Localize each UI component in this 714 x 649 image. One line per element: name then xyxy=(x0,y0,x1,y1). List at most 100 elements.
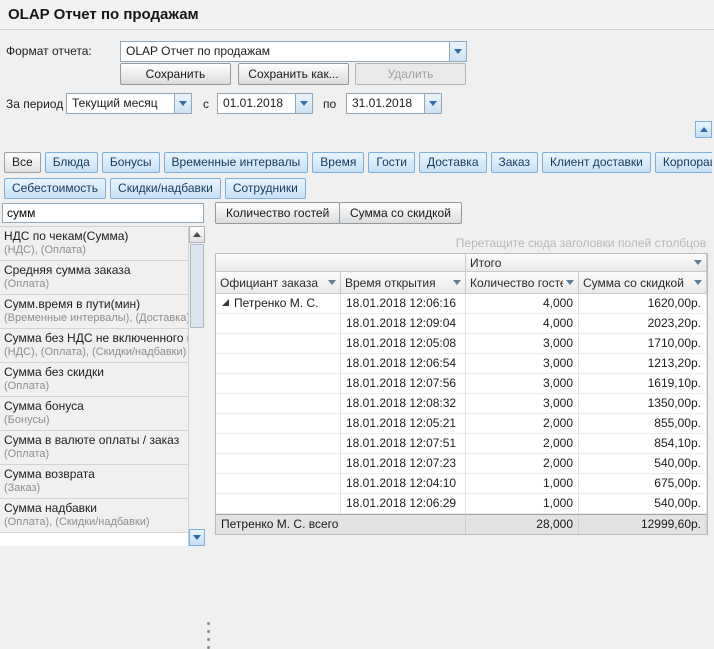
list-item[interactable]: Сумма надбавки (Оплата), (Скидки/надбавк… xyxy=(0,499,188,533)
category-employees[interactable]: Сотрудники xyxy=(225,178,306,199)
list-item[interactable]: Сумма без скидки (Оплата) xyxy=(0,363,188,397)
column-header-open-time[interactable]: Время открытия xyxy=(341,272,466,294)
table-row[interactable]: 18.01.2018 12:06:54 3,000 1213,20р. xyxy=(216,354,707,374)
field-name: Сумма бонуса xyxy=(0,397,188,413)
category-delivery[interactable]: Доставка xyxy=(419,152,487,173)
list-item[interactable]: Сумма в валюте оплаты / заказ (Оплата) xyxy=(0,431,188,465)
sum-cell: 1213,20р. xyxy=(579,354,707,374)
chevron-down-icon[interactable] xyxy=(424,94,441,113)
open-time-cell: 18.01.2018 12:05:08 xyxy=(341,334,466,354)
measure-discounted-sum[interactable]: Сумма со скидкой xyxy=(339,202,462,224)
category-corporation[interactable]: Корпорация xyxy=(655,152,712,173)
field-name: Сумм.время в пути(мин) xyxy=(0,295,188,311)
sum-cell: 1350,00р. xyxy=(579,394,707,414)
column-dropdown-icon[interactable] xyxy=(328,280,336,285)
group-expanded-icon[interactable] xyxy=(222,299,229,306)
table-row[interactable]: 18.01.2018 12:07:56 3,000 1619,10р. xyxy=(216,374,707,394)
totals-cell[interactable]: Итого xyxy=(466,254,707,272)
sum-cell: 675,00р. xyxy=(579,474,707,494)
table-row[interactable]: Петренко М. С. 18.01.2018 12:06:16 4,000… xyxy=(216,294,707,314)
splitter-grip-icon xyxy=(207,630,210,633)
sum-cell: 540,00р. xyxy=(579,454,707,474)
field-group: (Временные интервалы), (Доставка) xyxy=(0,311,188,324)
column-dropdown-icon[interactable] xyxy=(453,280,461,285)
table-row[interactable]: 18.01.2018 12:08:32 3,000 1350,00р. xyxy=(216,394,707,414)
scrollbar-thumb[interactable] xyxy=(190,244,204,328)
list-item[interactable]: НДС по чекам(Сумма) (НДС), (Оплата) xyxy=(0,227,188,261)
field-group: (Оплата) xyxy=(0,447,188,460)
category-dishes[interactable]: Блюда xyxy=(45,152,98,173)
group-cell xyxy=(216,494,341,514)
period-preset-select[interactable]: Текущий месяц xyxy=(66,93,192,114)
scroll-up-button[interactable] xyxy=(695,121,712,138)
field-name: Сумма без НДС не включенного в стоимость xyxy=(0,329,188,345)
field-name: Сумма возврата xyxy=(0,465,188,481)
field-group: (НДС), (Оплата) xyxy=(0,243,188,256)
measure-guest-count[interactable]: Количество гостей xyxy=(215,202,340,224)
field-group: (Бонусы) xyxy=(0,413,188,426)
date-to-picker[interactable]: 31.01.2018 xyxy=(346,93,442,114)
page-title: OLAP Отчет по продажам xyxy=(8,6,199,23)
list-item[interactable]: Средняя сумма заказа (Оплата) xyxy=(0,261,188,295)
field-group: (Оплата) xyxy=(0,277,188,290)
column-dropdown-icon[interactable] xyxy=(566,280,574,285)
category-all[interactable]: Все xyxy=(4,152,41,173)
category-row-1: Все Блюда Бонусы Временные интервалы Вре… xyxy=(4,152,712,174)
category-time-intervals[interactable]: Временные интервалы xyxy=(164,152,309,173)
guest-count-cell: 2,000 xyxy=(466,434,579,454)
table-row[interactable]: 18.01.2018 12:05:08 3,000 1710,00р. xyxy=(216,334,707,354)
category-row-2: Себестоимость Скидки/надбавки Сотрудники xyxy=(4,178,712,200)
list-item[interactable]: Сумма бонуса (Бонусы) xyxy=(0,397,188,431)
open-time-cell: 18.01.2018 12:06:16 xyxy=(341,294,466,314)
list-item[interactable]: Сумма возврата (Заказ) xyxy=(0,465,188,499)
sum-cell: 1619,10р. xyxy=(579,374,707,394)
date-to-value: 31.01.2018 xyxy=(347,94,424,113)
totals-dropdown-icon[interactable] xyxy=(694,260,702,265)
save-as-button[interactable]: Сохранить как... xyxy=(238,63,349,85)
guest-count-cell: 3,000 xyxy=(466,374,579,394)
footer-guest-count-cell: 28,000 xyxy=(466,514,579,534)
scroll-up-button[interactable] xyxy=(189,226,205,243)
report-format-select[interactable]: OLAP Отчет по продажам xyxy=(120,41,467,62)
chevron-down-icon[interactable] xyxy=(174,94,191,113)
column-dropdown-icon[interactable] xyxy=(694,280,702,285)
panel-splitter[interactable] xyxy=(205,202,212,546)
category-discounts[interactable]: Скидки/надбавки xyxy=(110,178,221,199)
date-from-picker[interactable]: 01.01.2018 xyxy=(217,93,313,114)
table-row[interactable]: 18.01.2018 12:09:04 4,000 2023,20р. xyxy=(216,314,707,334)
group-cell xyxy=(216,374,341,394)
field-name: Средняя сумма заказа xyxy=(0,261,188,277)
category-cost[interactable]: Себестоимость xyxy=(4,178,106,199)
save-button[interactable]: Сохранить xyxy=(120,63,231,85)
column-header-guest-count[interactable]: Количество гостей xyxy=(466,272,579,294)
table-footer-row: Петренко М. С. всего 28,000 12999,60р. xyxy=(216,514,707,534)
table-row[interactable]: 18.01.2018 12:06:29 1,000 540,00р. xyxy=(216,494,707,514)
list-item[interactable]: Сумм.время в пути(мин) (Временные интерв… xyxy=(0,295,188,329)
category-guests[interactable]: Гости xyxy=(368,152,415,173)
group-cell xyxy=(216,314,341,334)
category-time[interactable]: Время xyxy=(312,152,364,173)
open-time-cell: 18.01.2018 12:07:23 xyxy=(341,454,466,474)
totals-label: Итого xyxy=(470,256,501,270)
category-bonuses[interactable]: Бонусы xyxy=(102,152,160,173)
date-to-label: по xyxy=(323,97,336,111)
table-row[interactable]: 18.01.2018 12:07:23 2,000 540,00р. xyxy=(216,454,707,474)
scroll-down-button[interactable] xyxy=(189,529,205,546)
list-item[interactable]: Сумма без НДС не включенного в стоимость… xyxy=(0,329,188,363)
chevron-down-icon[interactable] xyxy=(295,94,312,113)
category-order[interactable]: Заказ xyxy=(491,152,538,173)
column-header-waiter[interactable]: Официант заказа xyxy=(216,272,341,294)
category-delivery-client[interactable]: Клиент доставки xyxy=(542,152,651,173)
totals-empty-cell xyxy=(216,254,466,272)
field-name: Сумма без скидки xyxy=(0,363,188,379)
delete-button[interactable]: Удалить xyxy=(355,63,466,85)
open-time-cell: 18.01.2018 12:09:04 xyxy=(341,314,466,334)
chevron-down-icon[interactable] xyxy=(449,42,466,61)
table-row[interactable]: 18.01.2018 12:07:51 2,000 854,10р. xyxy=(216,434,707,454)
column-header-sum[interactable]: Сумма со скидкой xyxy=(579,272,707,294)
table-row[interactable]: 18.01.2018 12:04:10 1,000 675,00р. xyxy=(216,474,707,494)
field-list-scrollbar[interactable] xyxy=(188,226,205,546)
field-search-input[interactable] xyxy=(2,203,204,223)
table-row[interactable]: 18.01.2018 12:05:21 2,000 855,00р. xyxy=(216,414,707,434)
group-cell xyxy=(216,354,341,374)
